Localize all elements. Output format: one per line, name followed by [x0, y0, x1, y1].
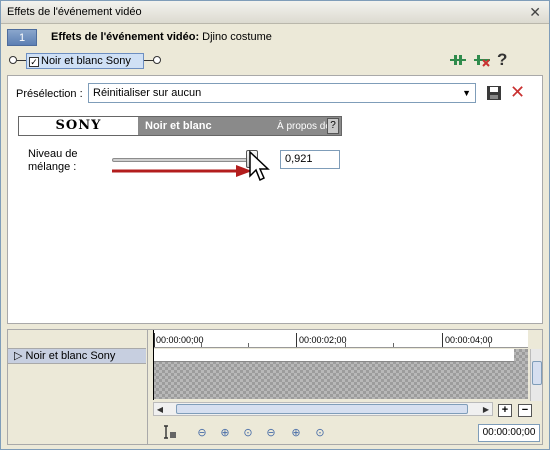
close-button[interactable]: ✕	[529, 4, 541, 21]
preset-value: Réinitialiser sur aucun	[93, 87, 202, 99]
keyframe-timeline: ▷ Noir et blanc Sony 00:00:00;00 00:00:0…	[7, 329, 543, 445]
playhead[interactable]	[153, 330, 154, 400]
remove-plugin-icon[interactable]	[473, 52, 491, 70]
mouse-cursor-icon	[249, 150, 270, 182]
zoom-out-button[interactable]: −	[518, 404, 532, 417]
scroll-right-icon[interactable]: ▶	[480, 404, 492, 415]
vertical-scroll-thumb[interactable]	[532, 361, 542, 385]
blend-label-line2: mélange :	[28, 161, 77, 173]
plugin-chip-label: Noir et blanc Sony	[41, 55, 131, 67]
zoom-in-button[interactable]: +	[498, 404, 512, 417]
red-arrow-annotation	[112, 165, 252, 177]
chevron-down-icon[interactable]: ▼	[462, 84, 471, 102]
sync-cursor-icon[interactable]	[162, 425, 178, 441]
ruler-minor-tick	[248, 343, 249, 347]
ruler-minor-tick	[393, 343, 394, 347]
plugin-chain-icon[interactable]	[449, 52, 467, 70]
delete-preset-icon[interactable]: ✕	[510, 82, 525, 103]
add-keyframe-icon[interactable]: ⊕	[288, 425, 304, 441]
preset-label: Présélection :	[16, 88, 83, 100]
next-keyframe-icon[interactable]: ⊙	[240, 425, 256, 441]
keyframe-track-area[interactable]	[153, 349, 528, 399]
ruler-mark-2: 00:00:04;00	[445, 335, 493, 345]
ruler-mark-0: 00:00:00;00	[156, 335, 204, 345]
title-bar: Effets de l'événement vidéo ✕	[1, 1, 549, 24]
preset-dropdown[interactable]: Réinitialiser sur aucun ▼	[88, 83, 476, 103]
plugin-header-bar: SONY Noir et blanc À propos de ?	[18, 116, 342, 136]
keyframe-lane[interactable]	[153, 349, 514, 362]
ruler-tick	[154, 333, 155, 347]
event-label: Effets de l'événement vidéo: Djino costu…	[51, 31, 272, 43]
ruler-tick	[296, 333, 297, 347]
window-title: Effets de l'événement vidéo	[7, 6, 142, 18]
time-ruler[interactable]: 00:00:00;00 00:00:02;00 00:00:04;00	[153, 330, 528, 348]
ruler-minor-tick	[489, 343, 490, 347]
plugin-help-button[interactable]: ?	[327, 118, 339, 134]
vertical-scrollbar[interactable]	[530, 349, 542, 401]
expand-icon[interactable]: ▷	[14, 350, 22, 362]
ruler-tick	[442, 333, 443, 347]
plugin-enable-checkbox[interactable]: ✓	[29, 57, 39, 67]
horizontal-scrollbar[interactable]: ◀ ▶	[153, 402, 493, 416]
chain-start-node	[9, 56, 17, 64]
first-keyframe-icon[interactable]: ⊖	[194, 425, 210, 441]
event-label-text: Effets de l'événement vidéo:	[51, 31, 200, 43]
prev-keyframe-icon[interactable]: ⊕	[217, 425, 233, 441]
event-name: Djino costume	[202, 31, 272, 43]
save-preset-icon[interactable]	[486, 85, 502, 101]
help-icon[interactable]: ?	[497, 50, 515, 69]
track-list: ▷ Noir et blanc Sony	[8, 330, 148, 444]
ruler-mark-1: 00:00:02;00	[299, 335, 347, 345]
blend-slider-track[interactable]	[112, 158, 258, 162]
plugin-title: Noir et blanc	[145, 120, 212, 132]
delete-keyframe-icon[interactable]: ⊙	[312, 425, 328, 441]
blend-level-input[interactable]: 0,921	[280, 150, 340, 169]
chain-end-node	[153, 56, 161, 64]
effects-window: Effets de l'événement vidéo ✕ 1 Effets d…	[0, 0, 550, 450]
last-keyframe-icon[interactable]: ⊖	[263, 425, 279, 441]
horizontal-scroll-thumb[interactable]	[176, 404, 468, 414]
event-number-badge[interactable]: 1	[7, 29, 37, 46]
scroll-left-icon[interactable]: ◀	[154, 404, 166, 415]
timecode-field[interactable]: 00:00:00;00	[478, 424, 540, 442]
track-item-label: Noir et blanc Sony	[25, 350, 116, 362]
blend-level-label: Niveau de mélange :	[28, 148, 78, 174]
plugin-panel: Présélection : Réinitialiser sur aucun ▼…	[7, 75, 543, 324]
ruler-minor-tick	[201, 343, 202, 347]
ruler-minor-tick	[345, 343, 346, 347]
about-link[interactable]: À propos de	[277, 121, 331, 132]
track-item[interactable]: ▷ Noir et blanc Sony	[8, 348, 146, 364]
plugin-chip[interactable]: ✓ Noir et blanc Sony	[26, 53, 144, 69]
sony-logo: SONY	[19, 117, 138, 135]
blend-label-line1: Niveau de	[28, 148, 78, 160]
event-row: 1 Effets de l'événement vidéo: Djino cos…	[7, 29, 543, 47]
